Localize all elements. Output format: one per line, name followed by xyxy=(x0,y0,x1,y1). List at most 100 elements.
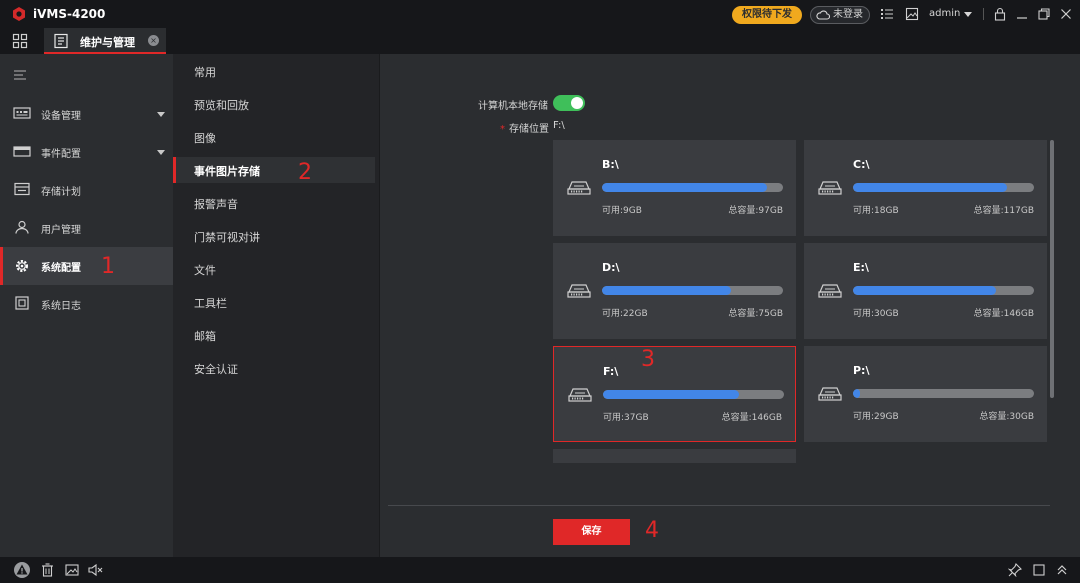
drive-name: C:\ xyxy=(853,158,870,171)
drive-card[interactable]: B:\ 可用:9GB 总容量:97GB xyxy=(553,140,796,236)
sidebar-item-storage-schedule[interactable]: 存储计划 xyxy=(0,171,173,209)
drive-usage-bar xyxy=(602,183,783,192)
drive-card[interactable]: P:\ 可用:29GB 总容量:30GB xyxy=(804,346,1047,442)
drive-available: 可用:9GB xyxy=(602,206,642,216)
submenu-item-label: 门禁可视对讲 xyxy=(194,231,260,244)
drive-usage-bar xyxy=(853,389,1034,398)
hard-drive-icon xyxy=(817,282,843,301)
storage-location-value: F:\ xyxy=(553,120,565,131)
list-icon[interactable] xyxy=(880,7,894,21)
maintenance-icon xyxy=(54,33,68,49)
minimize-icon[interactable] xyxy=(1015,7,1029,21)
sidebar-item-system-log[interactable]: 系统日志 xyxy=(0,285,173,323)
divider xyxy=(388,505,1050,506)
submenu-item-label: 邮箱 xyxy=(194,330,216,343)
submenu-item-file[interactable]: 文件 xyxy=(173,256,375,282)
submenu-item-general[interactable]: 常用 xyxy=(173,58,375,84)
drive-name: P:\ xyxy=(853,364,870,377)
tab-close-icon[interactable]: × xyxy=(148,35,159,46)
app-logo-icon xyxy=(13,7,25,21)
sidebar-item-device-management[interactable]: 设备管理 xyxy=(0,95,173,133)
drive-card-partial[interactable] xyxy=(553,449,796,463)
submenu-item-label: 文件 xyxy=(194,264,216,277)
hard-drive-icon xyxy=(566,179,592,198)
drive-available: 可用:37GB xyxy=(603,413,649,423)
sidebar-item-system-config[interactable]: 系统配置 xyxy=(0,247,173,285)
drive-card[interactable]: D:\ 可用:22GB 总容量:75GB xyxy=(553,243,796,339)
storage-location-label: * 存储位置 xyxy=(500,124,549,135)
sidebar-item-label: 系统配置 xyxy=(41,263,81,274)
drive-available: 可用:22GB xyxy=(602,309,648,319)
drive-usage-bar xyxy=(853,286,1034,295)
local-storage-toggle[interactable] xyxy=(553,95,585,111)
submenu-item-label: 安全认证 xyxy=(194,363,238,376)
restore-icon[interactable] xyxy=(1037,7,1051,21)
image-icon[interactable] xyxy=(65,563,79,577)
log-icon xyxy=(15,296,29,310)
mute-icon[interactable] xyxy=(88,563,104,577)
submenu-item-label: 预览和回放 xyxy=(194,99,249,112)
close-icon[interactable] xyxy=(1059,7,1073,21)
submenu-item-access-intercom[interactable]: 门禁可视对讲 xyxy=(173,223,375,249)
drive-card[interactable]: F:\ 可用:37GB 总容量:146GB xyxy=(553,346,796,442)
local-storage-label: 计算机本地存储 xyxy=(478,101,548,112)
trash-icon[interactable] xyxy=(41,563,54,577)
tab-maintenance[interactable]: 维护与管理 × xyxy=(44,28,166,54)
submenu-item-label: 图像 xyxy=(194,132,216,145)
cloud-icon xyxy=(816,10,830,20)
drive-usage-fill xyxy=(853,286,996,295)
hard-drive-icon xyxy=(566,282,592,301)
annotation-number: 2 xyxy=(298,160,312,185)
save-button[interactable]: 保存 xyxy=(553,519,630,545)
submenu-item-label: 事件图片存储 xyxy=(194,165,260,178)
sidebar-item-event-config[interactable]: 事件配置 xyxy=(0,133,173,171)
sidebar-item-label: 存储计划 xyxy=(41,187,81,198)
sidebar-item-label: 事件配置 xyxy=(41,149,81,160)
annotation-number: 4 xyxy=(645,518,659,543)
submenu-item-toolbar[interactable]: 工具栏 xyxy=(173,289,375,315)
drive-total: 总容量:117GB xyxy=(973,206,1034,216)
submenu-item-preview-playback[interactable]: 预览和回放 xyxy=(173,91,375,117)
drive-usage-fill xyxy=(603,390,739,399)
sidebar: 设备管理 事件配置 存储计划 用户管理 系统配置 系统日志 xyxy=(0,54,173,557)
pin-icon[interactable] xyxy=(1008,563,1022,577)
hard-drive-icon xyxy=(817,385,843,404)
grid-home-icon[interactable] xyxy=(12,33,28,49)
chevron-down-icon[interactable] xyxy=(964,12,972,17)
submenu-item-email[interactable]: 邮箱 xyxy=(173,322,375,348)
login-status-label: 未登录 xyxy=(833,9,863,20)
submenu-item-security-auth[interactable]: 安全认证 xyxy=(173,355,375,381)
submenu-item-image[interactable]: 图像 xyxy=(173,124,375,150)
permission-badge-button[interactable]: 权限待下发 xyxy=(732,6,802,24)
window-icon[interactable] xyxy=(1032,563,1046,577)
chevron-double-up-icon[interactable] xyxy=(1055,563,1069,577)
drive-card[interactable]: E:\ 可用:30GB 总容量:146GB xyxy=(804,243,1047,339)
annotation-number: 1 xyxy=(101,254,115,279)
alarm-warning-icon[interactable] xyxy=(13,561,31,579)
gear-icon xyxy=(16,260,28,272)
drive-available: 可用:30GB xyxy=(853,309,899,319)
username-label[interactable]: admin xyxy=(929,8,960,19)
menu-collapse-icon[interactable] xyxy=(14,69,28,81)
drive-card[interactable]: C:\ 可用:18GB 总容量:117GB xyxy=(804,140,1047,236)
submenu-item-alarm-sound[interactable]: 报警声音 xyxy=(173,190,375,216)
sidebar-item-label: 设备管理 xyxy=(41,111,81,122)
drive-usage-fill xyxy=(602,286,731,295)
drive-available: 可用:29GB xyxy=(853,412,899,422)
drive-usage-bar xyxy=(853,183,1034,192)
divider xyxy=(983,8,984,20)
drive-usage-bar xyxy=(602,286,783,295)
image-icon[interactable] xyxy=(905,7,919,21)
sidebar-item-user-management[interactable]: 用户管理 xyxy=(0,209,173,247)
submenu-item-label: 工具栏 xyxy=(194,297,227,310)
drive-name: B:\ xyxy=(602,158,619,171)
status-bar xyxy=(0,557,1080,583)
lock-icon[interactable] xyxy=(993,7,1007,21)
event-icon xyxy=(13,146,31,157)
drive-list-scrollbar[interactable] xyxy=(1050,140,1054,398)
login-status-button[interactable]: 未登录 xyxy=(810,6,870,24)
drive-usage-bar xyxy=(603,390,784,399)
hard-drive-icon xyxy=(817,179,843,198)
annotation-number: 3 xyxy=(641,347,655,372)
submenu-item-event-picture-storage[interactable]: 事件图片存储 xyxy=(173,157,375,183)
